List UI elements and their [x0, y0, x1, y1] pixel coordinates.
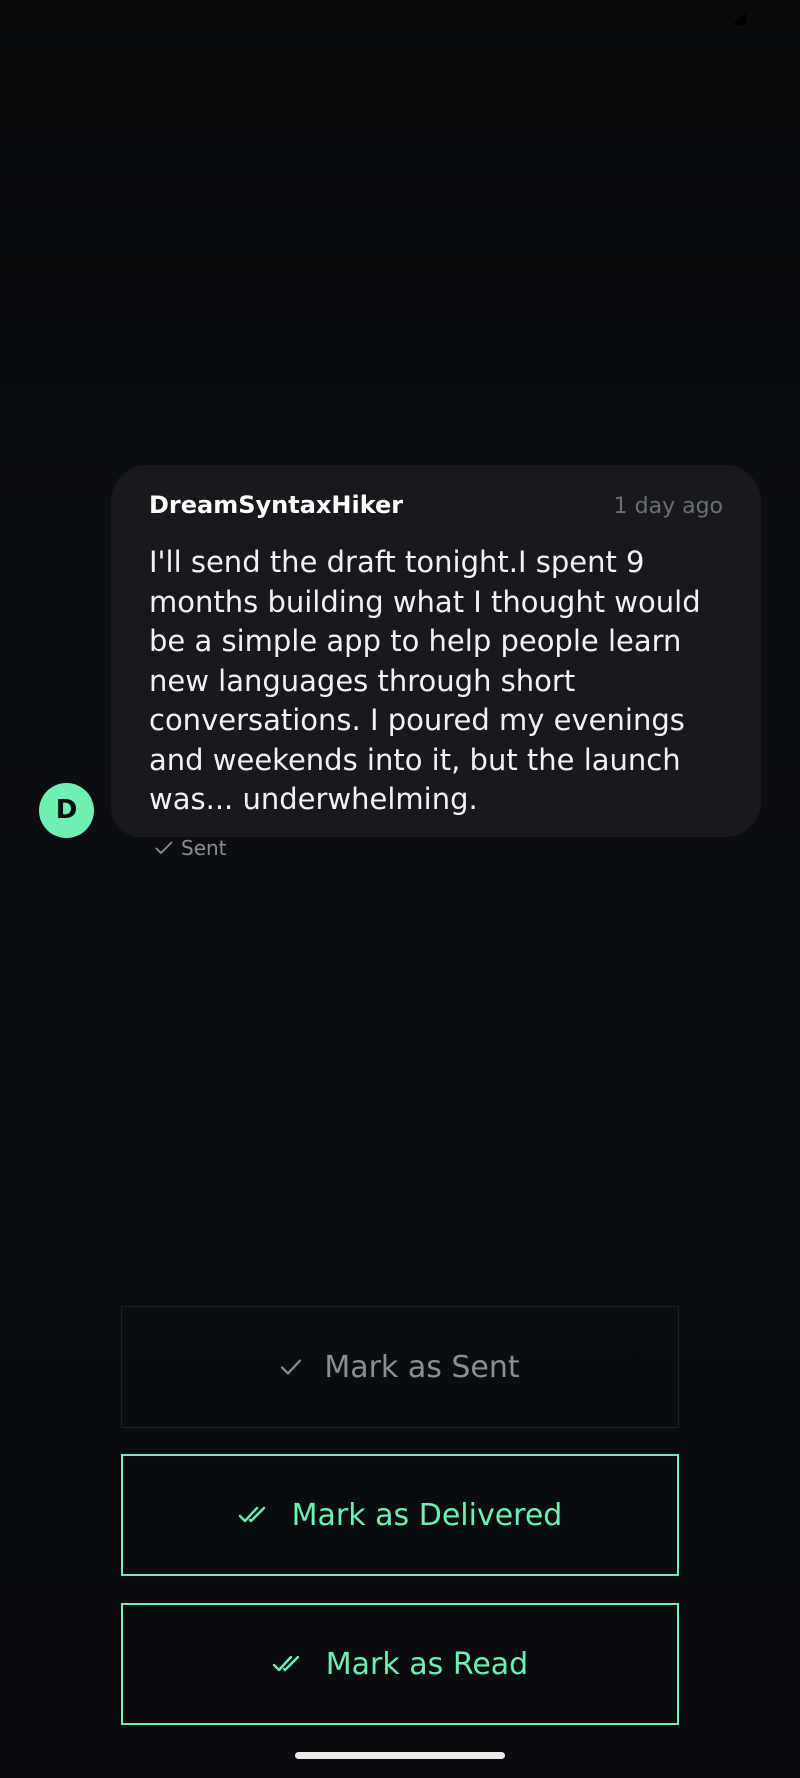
check-icon [155, 841, 173, 854]
message-bubble[interactable]: DreamSyntaxHiker 1 day ago I'll send the… [111, 465, 761, 860]
avatar[interactable]: D [39, 783, 94, 838]
double-check-icon [272, 1654, 304, 1674]
mark-as-delivered-label: Mark as Delivered [291, 1497, 563, 1533]
mark-as-delivered-button[interactable]: Mark as Delivered [121, 1454, 679, 1576]
status-bar [0, 0, 800, 40]
check-icon [280, 1358, 302, 1376]
mark-as-sent-button[interactable]: Mark as Sent [121, 1306, 679, 1428]
battery-icon [732, 13, 746, 25]
message-status: Sent [149, 836, 723, 860]
mark-as-read-button[interactable]: Mark as Read [121, 1603, 679, 1725]
status-label: Sent [181, 835, 227, 860]
home-indicator[interactable] [295, 1752, 505, 1759]
message-header: DreamSyntaxHiker 1 day ago [149, 491, 723, 529]
message-timestamp: 1 day ago [613, 494, 723, 519]
sender-name: DreamSyntaxHiker [149, 491, 404, 519]
mark-as-read-label: Mark as Read [325, 1646, 529, 1682]
double-check-icon [238, 1505, 270, 1525]
message-text: I'll send the draft tonight.I spent 9 mo… [149, 545, 701, 816]
chat-screen: D DreamSyntaxHiker 1 day ago I'll send t… [0, 0, 800, 1778]
mark-as-sent-label: Mark as Sent [324, 1349, 520, 1385]
